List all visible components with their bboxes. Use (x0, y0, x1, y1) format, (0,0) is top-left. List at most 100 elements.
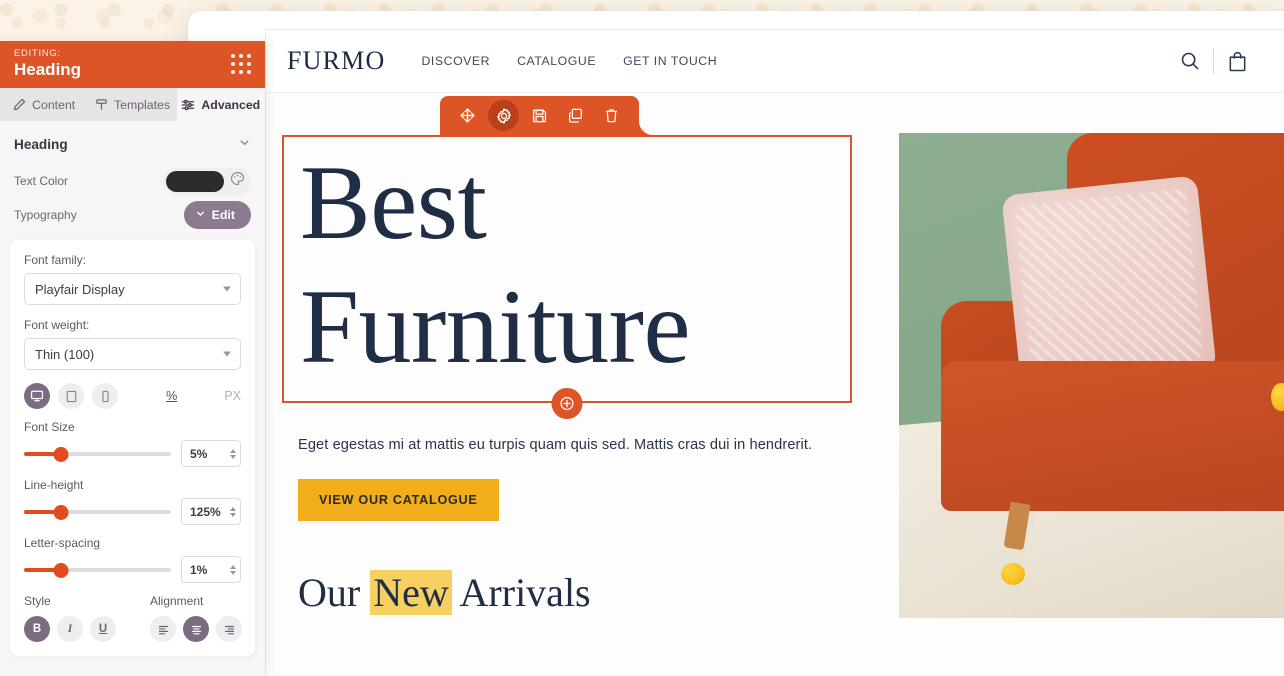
typography-edit-button[interactable]: Edit (183, 201, 251, 229)
typography-edit-label: Edit (211, 208, 235, 222)
text-color-row: Text Color (0, 164, 265, 198)
site-nav: DISCOVER CATALOGUE GET IN TOUCH (421, 54, 717, 68)
font-family-select[interactable]: Playfair Display (24, 273, 241, 305)
line-height-value: 125% (190, 504, 221, 519)
letter-spacing-slider[interactable] (24, 562, 171, 578)
save-icon[interactable] (524, 100, 555, 131)
selected-heading-wrapper: Best Furniture (282, 96, 852, 420)
delete-icon[interactable] (596, 100, 627, 131)
typography-panel: Font family: Playfair Display Font weigh… (10, 240, 255, 656)
sliders-icon (182, 99, 195, 110)
section-heading-toggle[interactable]: Heading (0, 121, 265, 164)
move-icon[interactable] (452, 100, 483, 131)
tab-content-label: Content (32, 97, 76, 112)
hero-sofa-photo[interactable] (899, 133, 1284, 618)
alignment-group: Alignment (150, 594, 242, 642)
nav-link-catalogue[interactable]: CATALOGUE (517, 54, 596, 68)
align-right-button[interactable] (216, 616, 242, 642)
font-size-control: Font Size 5% (24, 420, 241, 467)
heading-element[interactable]: Best Furniture (282, 135, 852, 404)
letter-spacing-label: Letter-spacing (24, 536, 101, 550)
text-color-control (163, 167, 251, 195)
chevron-down-icon (238, 136, 251, 152)
letter-spacing-control: Letter-spacing 1% (24, 536, 241, 583)
drag-grip-icon[interactable] (231, 53, 251, 74)
letter-spacing-stepper[interactable] (230, 564, 236, 575)
align-center-button[interactable] (183, 616, 209, 642)
font-weight-select[interactable]: Thin (100) (24, 338, 241, 370)
unit-px-toggle[interactable]: PX (224, 389, 241, 403)
tab-templates[interactable]: Templates (88, 88, 176, 121)
bold-button[interactable]: B (24, 616, 50, 642)
lower-heading-highlight: New (370, 570, 452, 616)
font-size-input[interactable]: 5% (181, 440, 241, 467)
hero-left-column: Best Furniture Eget egestas mi at mattis… (266, 93, 883, 618)
font-size-stepper[interactable] (230, 448, 236, 459)
device-toggle-row: % PX (24, 383, 241, 409)
device-desktop-button[interactable] (24, 383, 50, 409)
tab-advanced[interactable]: Advanced (176, 88, 265, 121)
font-family-value: Playfair Display (35, 281, 125, 297)
font-size-slider[interactable] (24, 446, 171, 462)
lower-heading-post: Arrivals (451, 570, 591, 616)
sidebar-tabs: Content Templates Advanced (0, 88, 265, 121)
browser-window: FURMO DISCOVER CATALOGUE GET IN TOUCH Be… (188, 11, 1284, 676)
align-right-icon (224, 625, 234, 634)
text-color-swatch[interactable] (166, 170, 224, 192)
duplicate-icon[interactable] (560, 100, 591, 131)
hero-right-column (883, 93, 1284, 618)
hero-section: Best Furniture Eget egestas mi at mattis… (266, 93, 1284, 618)
element-toolbar (440, 96, 653, 135)
font-weight-label: Font weight: (24, 318, 90, 332)
align-left-button[interactable] (150, 616, 176, 642)
typography-row: Typography Edit (0, 198, 265, 232)
unit-percent-toggle[interactable]: % (166, 389, 177, 403)
line-height-input[interactable]: 125% (181, 498, 241, 525)
tab-content[interactable]: Content (0, 88, 88, 121)
settings-icon[interactable] (488, 100, 519, 131)
line-height-slider[interactable] (24, 504, 171, 520)
hero-subtext: Eget egestas mi at mattis eu turpis quam… (298, 437, 813, 454)
letter-spacing-value: 1% (190, 562, 208, 577)
section-heading-label: Heading (14, 136, 68, 152)
tab-templates-label: Templates (113, 97, 171, 112)
slider-thumb[interactable] (53, 446, 69, 462)
bag-icon[interactable] (1214, 41, 1260, 81)
chevron-down-icon (223, 286, 231, 292)
underline-button[interactable]: U (90, 616, 116, 642)
slider-thumb[interactable] (53, 562, 69, 578)
italic-button[interactable]: I (57, 616, 83, 642)
align-left-icon (158, 625, 168, 634)
device-mobile-button[interactable] (92, 383, 118, 409)
palette-icon[interactable] (230, 171, 245, 191)
font-family-label: Font family: (24, 253, 87, 267)
editor-sidebar: EDITING: Heading Content Templates Advan… (0, 41, 265, 676)
letter-spacing-input[interactable]: 1% (181, 556, 241, 583)
lower-section-heading: Our New Arrivals (282, 521, 883, 616)
font-weight-value: Thin (100) (35, 346, 95, 362)
lower-heading-pre: Our (298, 570, 371, 616)
editing-label: EDITING: (14, 47, 61, 59)
device-tablet-button[interactable] (58, 383, 84, 409)
font-size-label: Font Size (24, 420, 75, 434)
typography-label: Typography (14, 208, 77, 222)
hero-heading-line-1: Best (300, 144, 487, 261)
text-color-label: Text Color (14, 174, 69, 188)
site-canvas: FURMO DISCOVER CATALOGUE GET IN TOUCH Be… (265, 29, 1284, 676)
slider-thumb[interactable] (53, 504, 69, 520)
search-icon[interactable] (1167, 41, 1213, 81)
site-logo[interactable]: FURMO (287, 46, 385, 76)
line-height-stepper[interactable] (230, 506, 236, 517)
sidebar-body: Heading Text Color Typography Edit Font … (0, 121, 265, 676)
style-label: Style (24, 594, 51, 608)
view-catalogue-button[interactable]: VIEW OUR CATALOGUE (298, 479, 499, 522)
desktop-icon (30, 390, 44, 402)
nav-link-get-in-touch[interactable]: GET IN TOUCH (623, 54, 717, 68)
template-icon (96, 99, 107, 110)
nav-link-discover[interactable]: DISCOVER (421, 54, 490, 68)
style-group: Style B I U (24, 594, 116, 642)
style-alignment-row: Style B I U Alignment (24, 594, 242, 642)
photo-lemon (1001, 563, 1025, 585)
add-element-icon[interactable] (551, 388, 583, 420)
chevron-down-icon (195, 208, 206, 222)
